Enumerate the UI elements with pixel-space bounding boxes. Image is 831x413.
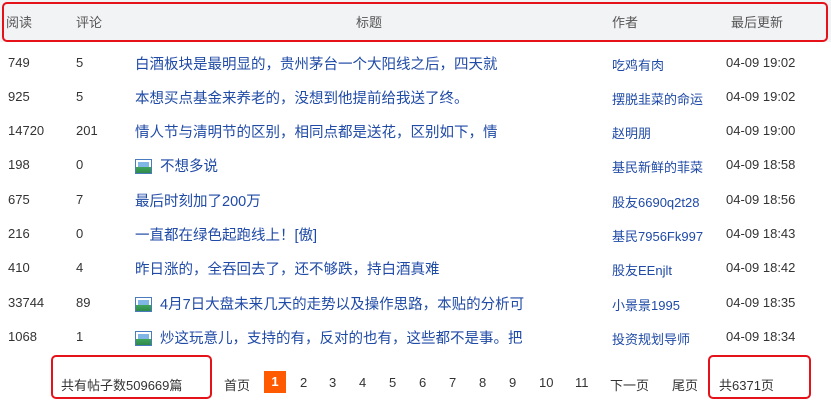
table-row: 675 7 最后时刻加了200万 股友6690q2t28 04-09 18:56 xyxy=(0,183,831,217)
post-title-link[interactable]: 情人节与清明节的区别，相同点都是送花，区别如下，情 xyxy=(135,121,498,142)
read-count: 410 xyxy=(8,260,30,275)
last-updated: 04-09 19:02 xyxy=(726,89,796,104)
read-count: 1068 xyxy=(8,329,37,344)
post-title-link[interactable]: 白酒板块是最明显的，贵州茅台一个大阳线之后，四天就 xyxy=(135,53,498,74)
read-count: 216 xyxy=(8,226,30,241)
total-pages-highlight-box xyxy=(708,355,811,399)
page-link[interactable]: 8 xyxy=(479,375,486,390)
header-highlight-box xyxy=(2,2,828,42)
post-title-text: 炒这玩意儿，支持的有，反对的也有，这些都不是事。把 xyxy=(160,331,523,347)
next-page-link[interactable]: 下一页 xyxy=(610,375,649,394)
first-page-link[interactable]: 首页 xyxy=(224,375,250,394)
post-title-link[interactable]: 昨日涨的，全吞回去了，还不够跌，持白酒真难 xyxy=(135,258,440,279)
image-icon xyxy=(135,331,152,346)
post-title-link[interactable]: 本想买点基金来养老的，没想到他提前给我送了终。 xyxy=(135,87,469,108)
comment-count: 1 xyxy=(76,329,84,344)
last-updated: 04-09 18:35 xyxy=(726,295,796,310)
table-row: 14720 201 情人节与清明节的区别，相同点都是送花，区别如下，情 赵明朋 04-0… xyxy=(0,114,831,148)
post-title-text: 白酒板块是最明显的，贵州茅台一个大阳线之后，四天就 xyxy=(135,57,498,73)
post-title-text: 4月7日大盘未来几天的走势以及操作思路，本贴的分析可 xyxy=(160,297,525,313)
post-title-text: 本想买点基金来养老的，没想到他提前给我送了终。 xyxy=(135,91,469,107)
read-count: 675 xyxy=(8,192,30,207)
comment-count: 201 xyxy=(76,123,98,138)
post-title-text: 不想多说 xyxy=(160,159,218,175)
post-title-link[interactable]: 最后时刻加了200万 xyxy=(135,190,261,211)
comment-count: 5 xyxy=(76,89,84,104)
comment-count: 0 xyxy=(76,226,84,241)
read-count: 198 xyxy=(8,157,30,172)
author-link[interactable]: 股友EEnjlt xyxy=(612,260,712,279)
read-count: 925 xyxy=(8,89,30,104)
author-link[interactable]: 基民新鲜的菲菜 xyxy=(612,157,712,176)
table-row: 1068 1 炒这玩意儿，支持的有，反对的也有，这些都不是事。把 投资规划导师 04-0… xyxy=(0,320,831,354)
author-link[interactable]: 小景景1995 xyxy=(612,295,712,314)
image-icon xyxy=(135,159,152,174)
read-count: 33744 xyxy=(8,295,45,310)
page-current[interactable]: 1 xyxy=(264,371,286,393)
post-title-text: 昨日涨的，全吞回去了，还不够跌，持白酒真难 xyxy=(135,262,440,278)
author-link[interactable]: 基民7956Fk997 xyxy=(612,226,712,245)
read-count: 749 xyxy=(8,55,30,70)
comment-count: 7 xyxy=(76,192,84,207)
last-updated: 04-09 19:02 xyxy=(726,55,796,70)
author-link[interactable]: 投资规划导师 xyxy=(612,329,712,348)
post-title-text: 情人节与清明节的区别，相同点都是送花，区别如下，情 xyxy=(135,125,498,141)
page-link[interactable]: 4 xyxy=(359,375,366,390)
post-title-link[interactable]: 一直都在绿色起跑线上！[傲] xyxy=(135,224,317,245)
author-link[interactable]: 摆脱韭菜的命运 xyxy=(612,89,712,108)
post-title-link[interactable]: 炒这玩意儿，支持的有，反对的也有，这些都不是事。把 xyxy=(135,327,523,348)
table-row: 216 0 一直都在绿色起跑线上！[傲] 基民7956Fk997 04-09 18:43 xyxy=(0,217,831,251)
page-link[interactable]: 6 xyxy=(419,375,426,390)
page-link[interactable]: 2 xyxy=(300,375,307,390)
page-link[interactable]: 11 xyxy=(575,375,589,390)
last-page-link[interactable]: 尾页 xyxy=(672,375,698,394)
table-row: 925 5 本想买点基金来养老的，没想到他提前给我送了终。 摆脱韭菜的命运 04-09 … xyxy=(0,80,831,114)
last-updated: 04-09 18:56 xyxy=(726,192,796,207)
table-row: 33744 89 4月7日大盘未来几天的走势以及操作思路，本贴的分析可 小景景1995… xyxy=(0,286,831,320)
last-updated: 04-09 18:43 xyxy=(726,226,796,241)
last-updated: 04-09 18:42 xyxy=(726,260,796,275)
total-posts-highlight-box xyxy=(51,355,212,399)
author-link[interactable]: 股友6690q2t28 xyxy=(612,192,712,211)
post-title-link[interactable]: 不想多说 xyxy=(135,155,218,176)
comment-count: 4 xyxy=(76,260,84,275)
table-row: 198 0 不想多说 基民新鲜的菲菜 04-09 18:58 xyxy=(0,148,831,182)
page-link[interactable]: 3 xyxy=(329,375,336,390)
comment-count: 89 xyxy=(76,295,91,310)
page-link[interactable]: 7 xyxy=(449,375,456,390)
author-link[interactable]: 吃鸡有肉 xyxy=(612,55,712,74)
image-icon xyxy=(135,297,152,312)
author-link[interactable]: 赵明朋 xyxy=(612,123,712,142)
post-title-text: 一直都在绿色起跑线上！[傲] xyxy=(135,228,318,244)
page-link[interactable]: 10 xyxy=(539,375,553,390)
post-title-text: 最后时刻加了200万 xyxy=(135,194,261,210)
page-link[interactable]: 9 xyxy=(509,375,516,390)
table-row: 749 5 白酒板块是最明显的，贵州茅台一个大阳线之后，四天就 吃鸡有肉 04-09 1… xyxy=(0,46,831,80)
post-title-link[interactable]: 4月7日大盘未来几天的走势以及操作思路，本贴的分析可 xyxy=(135,293,524,314)
page-link[interactable]: 5 xyxy=(389,375,396,390)
comment-count: 0 xyxy=(76,157,84,172)
last-updated: 04-09 18:58 xyxy=(726,157,796,172)
read-count: 14720 xyxy=(8,123,45,138)
comment-count: 5 xyxy=(76,55,84,70)
table-row: 410 4 昨日涨的，全吞回去了，还不够跌，持白酒真难 股友EEnjlt 04-09 1… xyxy=(0,251,831,285)
last-updated: 04-09 18:34 xyxy=(726,329,796,344)
last-updated: 04-09 19:00 xyxy=(726,123,796,138)
